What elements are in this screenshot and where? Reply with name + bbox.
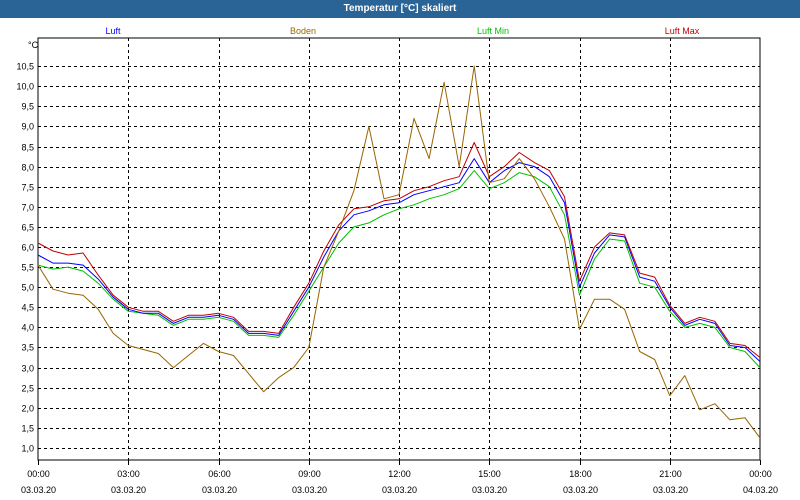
y-tick-label: 3,5 — [21, 343, 34, 353]
y-tick-label: 10,0 — [16, 82, 34, 92]
x-tick-date: 03.03.20 — [292, 485, 327, 495]
chart-area: 1,0 1,5 2,0 2,5 3,0 3,5 4,0 4,5 5,0 5,5 6,0 6,5 7,0 7… — [16, 26, 778, 495]
x-tick-time: 12:00 — [388, 469, 411, 479]
x-tick-date: 03.03.20 — [472, 485, 507, 495]
y-tick-label: 7,5 — [21, 183, 34, 193]
x-tick-date: 03.03.20 — [563, 485, 598, 495]
x-tick-date: 03.03.20 — [111, 485, 146, 495]
x-tick-date: 03.03.20 — [21, 485, 56, 495]
x-tick-date: 03.03.20 — [653, 485, 688, 495]
y-tick-label: 5,5 — [21, 263, 34, 273]
y-axis: 1,0 1,5 2,0 2,5 3,0 3,5 4,0 4,5 5,0 5,5 6,0 6,5 7,0 7… — [16, 62, 34, 454]
y-tick-label: 2,0 — [21, 404, 34, 414]
y-tick-label: 9,0 — [21, 122, 34, 132]
x-tick-date: 03.03.20 — [382, 485, 417, 495]
x-tick-date: 03.03.20 — [202, 485, 237, 495]
y-axis-unit: °C — [28, 40, 39, 50]
x-tick-time: 00:00 — [27, 469, 50, 479]
legend-item-luft: Luft — [105, 26, 121, 36]
x-axis: 00:00 03.03.20 03:00 03.03.20 06:00 03.03.20 0… — [21, 469, 778, 495]
x-tick-date: 04.03.20 — [743, 485, 778, 495]
y-tick-label: 6,0 — [21, 243, 34, 253]
y-tick-label: 8,5 — [21, 143, 34, 153]
y-tick-label: 8,0 — [21, 163, 34, 173]
x-tick-time: 03:00 — [117, 469, 140, 479]
legend-item-luft-max: Luft Max — [665, 26, 700, 36]
legend: Luft Boden Luft Min Luft Max — [105, 26, 699, 36]
legend-item-luft-min: Luft Min — [477, 26, 509, 36]
legend-item-boden: Boden — [290, 26, 316, 36]
y-tick-label: 6,5 — [21, 223, 34, 233]
x-tick-time: 18:00 — [569, 469, 592, 479]
y-tick-label: 9,5 — [21, 102, 34, 112]
y-tick-label: 7,0 — [21, 203, 34, 213]
y-tick-label: 1,0 — [21, 444, 34, 454]
y-tick-label: 2,5 — [21, 384, 34, 394]
y-tick-label: 4,5 — [21, 303, 34, 313]
x-tick-time: 21:00 — [659, 469, 682, 479]
x-tick-time: 09:00 — [298, 469, 321, 479]
y-tick-label: 5,0 — [21, 283, 34, 293]
x-tick-time: 06:00 — [208, 469, 231, 479]
x-tick-time: 15:00 — [478, 469, 501, 479]
y-tick-label: 10,5 — [16, 62, 34, 72]
x-tick-time: 00:00 — [749, 469, 772, 479]
y-tick-label: 4,0 — [21, 323, 34, 333]
y-tick-label: 3,0 — [21, 364, 34, 374]
y-tick-label: 1,5 — [21, 424, 34, 434]
